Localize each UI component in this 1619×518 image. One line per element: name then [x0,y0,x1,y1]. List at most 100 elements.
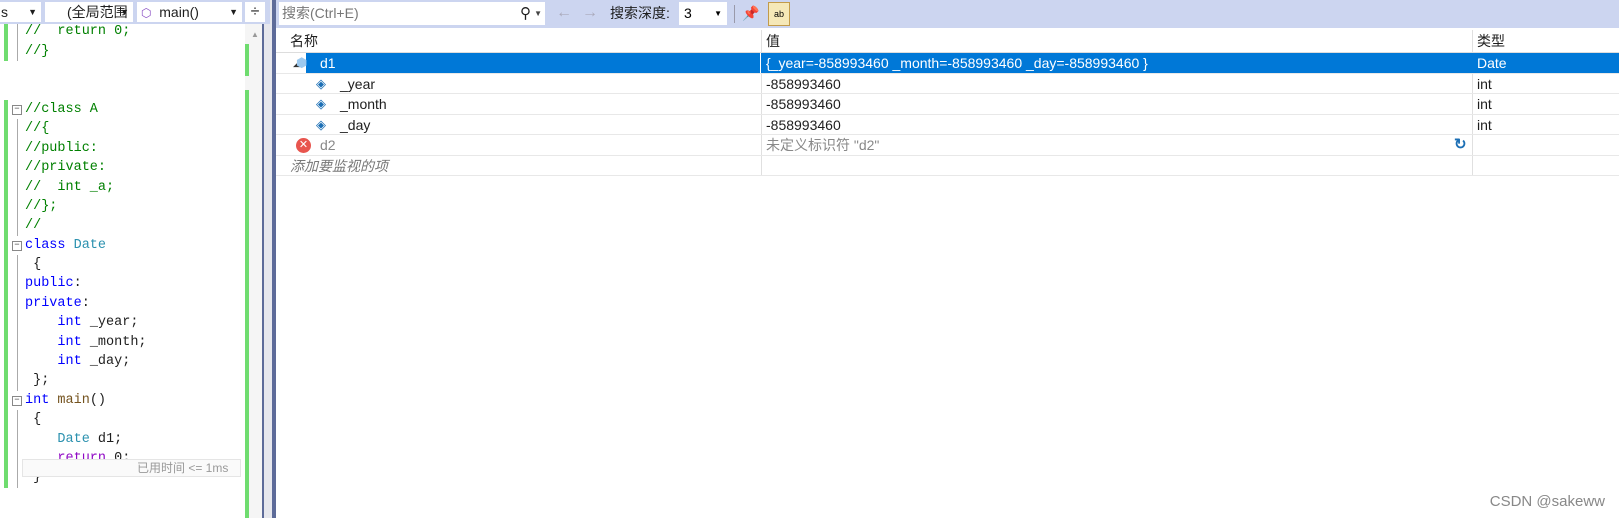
code-line[interactable]: //public: [0,138,245,159]
project-combo[interactable]: s ▼ [0,1,42,23]
change-marker [4,196,8,217]
column-name[interactable]: 名称 [290,30,762,52]
code-line[interactable]: int _year; [0,313,245,333]
search-depth-label: 搜索深度: [610,5,670,21]
code-token: private [25,295,82,311]
watch-name[interactable]: _day [340,115,370,135]
code-token: int [25,334,82,350]
watch-row[interactable]: ✕ d2 未定义标识符 "d2" ↻ [276,135,1619,156]
watch-row[interactable]: ◈ _month -858993460 int [276,94,1619,115]
code-line[interactable]: { [0,255,245,275]
watch-name[interactable]: _month [340,94,387,114]
code-editor[interactable]: // Date d1; // return 0; //} −//class A//{ /… [0,0,262,518]
chevron-down-icon: ▼ [714,9,722,18]
code-line[interactable]: //{ [0,119,245,139]
code-text: //{ [25,121,50,137]
search-input[interactable]: 搜索(Ctrl+E) ⚲ ▼ [278,1,546,26]
code-token: d1; [89,431,123,447]
code-token: class [25,237,74,253]
code-token: Date [73,237,107,253]
watch-type [1472,135,1619,155]
ab-icon: ab [773,9,784,19]
code-token: _month; [81,334,147,350]
code-line[interactable]: // return 0; [0,22,245,42]
function-combo[interactable]: ⬡ main() ▼ [136,1,243,23]
code-line[interactable] [0,81,245,100]
watch-row[interactable]: ◢ ⬢ d1 {_year=-858993460 _month=-858993460… [276,53,1619,74]
code-line[interactable]: // int _a; [0,177,245,197]
column-value[interactable]: 值 [761,30,1472,52]
back-arrow-icon[interactable]: ← [556,0,572,26]
error-icon: ✕ [296,138,311,153]
refresh-icon[interactable]: ↻ [1454,135,1467,155]
change-marker [4,41,8,62]
code-text: // [25,218,42,234]
code-text: //public: [25,140,98,156]
object-icon: ⬢ [296,55,308,70]
column-type[interactable]: 类型 [1472,30,1619,52]
change-marker [4,468,8,488]
private-field-icon: ◈ [316,116,326,132]
code-line[interactable]: − int main() [0,390,245,411]
watch-value[interactable]: -858993460 [761,94,1472,114]
watch-value[interactable]: {_year=-858993460 _month=-858993460 _day… [761,53,1472,73]
code-line[interactable]: private: [0,293,245,314]
collapse-icon[interactable]: − [12,395,22,406]
change-marker [4,293,8,314]
code-line[interactable]: // [0,216,245,236]
watch-row[interactable]: ◈ _day -858993460 int [276,114,1619,135]
code-line[interactable]: − class Date [0,235,245,256]
watch-name[interactable]: d1 [320,53,336,73]
hex-display-toggle[interactable]: ab [768,2,790,26]
watch-type: int [1472,114,1619,134]
code-line[interactable]: int _month; [0,332,245,353]
change-marker [4,99,8,120]
grid-header: 名称 值 类型 [276,30,1619,53]
code-line[interactable]: { [0,410,245,430]
watch-name[interactable]: d2 [320,135,336,155]
code-line[interactable] [0,61,245,80]
add-watch-placeholder[interactable]: 添加要监视的项 [290,156,762,176]
code-line[interactable]: Date d1; [0,429,245,449]
editor-scrollbar[interactable]: ▲ [245,24,262,518]
watch-value[interactable]: 未定义标识符 "d2" [761,135,1472,155]
code-line[interactable]: //private: [0,158,245,178]
watch-name[interactable]: _year [340,74,375,94]
code-token: public [25,276,74,292]
collapse-icon[interactable]: − [12,240,22,251]
window-splitter[interactable] [262,0,276,518]
change-marker [4,390,8,411]
chevron-down-icon: ▼ [28,7,37,17]
code-text: // return 0; [25,24,131,40]
code-line[interactable]: int _day; [0,352,245,372]
method-icon: ⬡ [141,6,152,20]
code-line[interactable]: −//class A [0,99,245,120]
scroll-up-icon[interactable]: ▲ [251,30,259,39]
forward-arrow-icon[interactable]: → [582,0,598,26]
watch-value[interactable]: -858993460 [761,114,1472,134]
code-text: //} [25,43,50,59]
private-field-icon: ◈ [316,75,326,91]
change-marker [4,177,8,197]
navigation-bar: s ▼ (全局范围 ▼ ⬡ main() ▼ ÷ [0,0,270,24]
collapse-icon[interactable]: − [12,104,22,115]
code-line[interactable]: //}; [0,196,245,217]
change-marker [4,22,8,42]
pin-filter-icon[interactable]: 📌 [742,0,759,26]
scope-combo[interactable]: (全局范围 ▼ [44,1,134,23]
code-line[interactable]: public: [0,274,245,294]
split-icon: ÷ [250,3,260,20]
code-line[interactable]: //} [0,41,245,62]
code-token: : [81,295,90,311]
watch-value[interactable]: -858993460 [761,73,1472,93]
code-token: main [57,392,90,408]
search-depth-select[interactable]: 3 ▼ [679,2,727,25]
code-token: { [25,412,42,428]
add-watch-row[interactable]: 添加要监视的项 [276,155,1619,176]
split-button[interactable]: ÷ [244,1,266,23]
code-text: //}; [25,198,58,214]
watch-row[interactable]: ◈ _year -858993460 int [276,73,1619,94]
code-line[interactable]: }; [0,371,245,391]
change-marker [4,138,8,159]
change-marker [4,235,8,256]
